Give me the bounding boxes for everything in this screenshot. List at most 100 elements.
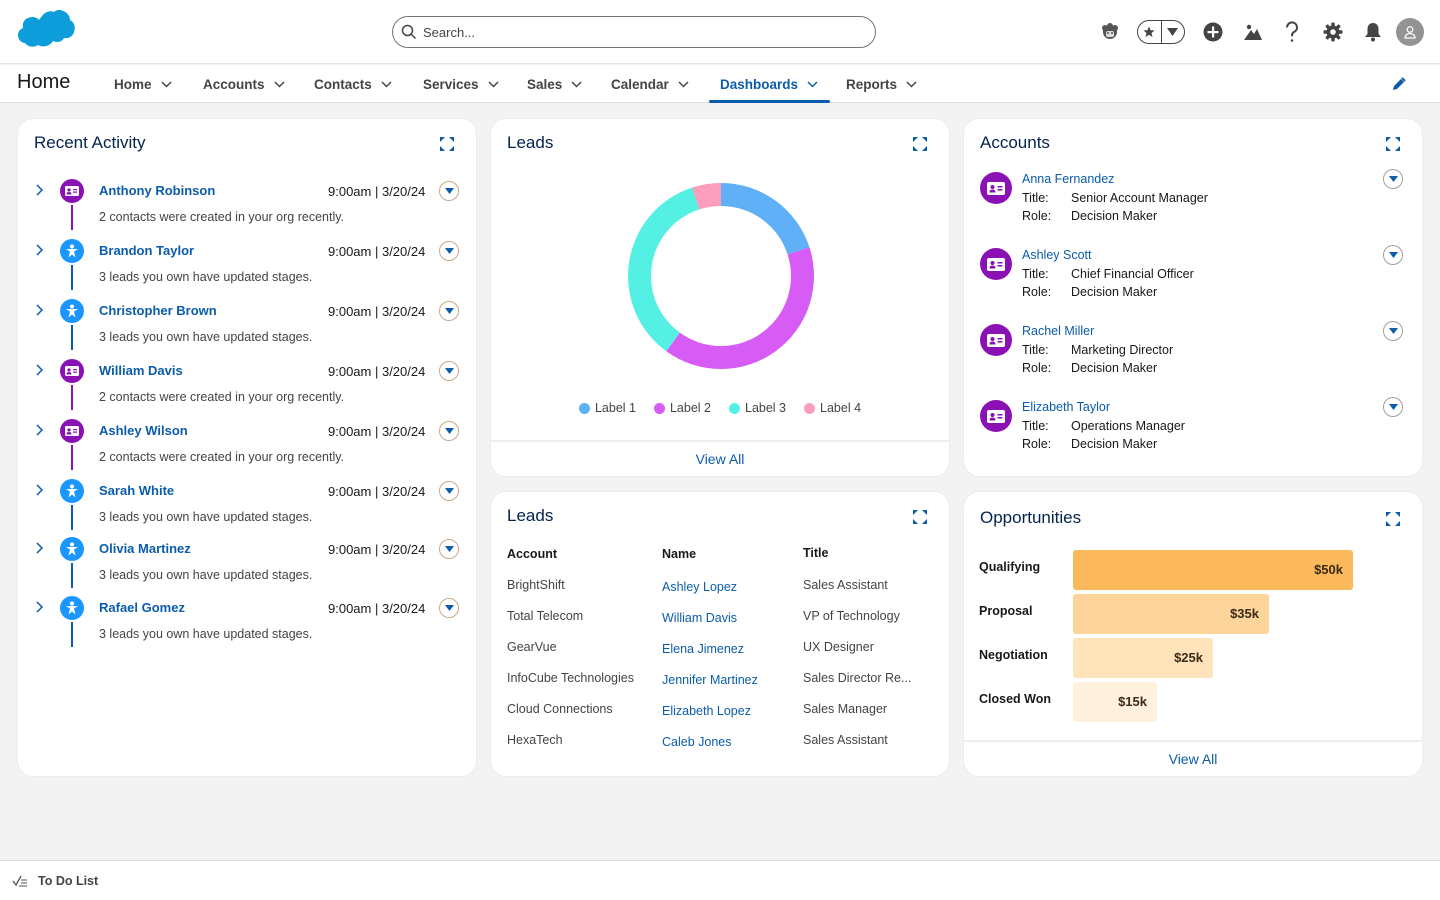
- nav-tab-accounts[interactable]: Accounts: [203, 65, 285, 103]
- lead-name-link[interactable]: Elena Jimenez: [662, 642, 744, 656]
- account-actions-dropdown[interactable]: [1383, 169, 1403, 189]
- trailhead-icon[interactable]: [1237, 16, 1269, 48]
- account-role: Decision Maker: [1071, 361, 1158, 375]
- account-actions-dropdown[interactable]: [1383, 321, 1403, 341]
- dropdown-caret-icon: [444, 428, 454, 434]
- todo-list-utility-bar[interactable]: To Do List: [0, 860, 1440, 900]
- chevron-down-icon[interactable]: [273, 80, 285, 88]
- expand-icon[interactable]: [913, 137, 927, 151]
- chevron-right-icon[interactable]: [36, 303, 44, 317]
- title-label: Title:: [1022, 267, 1049, 281]
- activity-actions-dropdown[interactable]: [439, 181, 459, 201]
- nav-tab-services[interactable]: Services: [423, 65, 499, 103]
- account-actions-dropdown[interactable]: [1383, 245, 1403, 265]
- opportunity-bar[interactable]: $15k: [1073, 682, 1157, 722]
- chevron-down-icon[interactable]: [160, 80, 172, 88]
- chevron-down-icon[interactable]: [488, 80, 499, 88]
- activity-name-link[interactable]: Rafael Gomez: [99, 600, 185, 615]
- chevron-down-icon[interactable]: [807, 80, 818, 88]
- expand-icon[interactable]: [440, 137, 454, 151]
- account-name-link[interactable]: Ashley Scott: [1022, 248, 1091, 262]
- activity-description: 2 contacts were created in your org rece…: [99, 450, 345, 464]
- nav-tab-dashboards[interactable]: Dashboards: [708, 65, 831, 103]
- chevron-right-icon[interactable]: [36, 483, 44, 497]
- favorites-button[interactable]: [1137, 20, 1185, 44]
- favorites-dropdown-icon[interactable]: [1162, 21, 1185, 43]
- activity-actions-dropdown[interactable]: [439, 598, 459, 618]
- view-all-link[interactable]: View All: [964, 740, 1422, 776]
- title-label: Title:: [1022, 343, 1049, 357]
- add-icon[interactable]: [1197, 16, 1229, 48]
- account-item: Anna Fernandez Title: Senior Account Man…: [964, 169, 1422, 248]
- account-title: Operations Manager: [1071, 419, 1185, 433]
- donut-slice-1[interactable]: [721, 183, 810, 255]
- activity-actions-dropdown[interactable]: [439, 361, 459, 381]
- activity-name-link[interactable]: Ashley Wilson: [99, 423, 188, 438]
- activity-actions-dropdown[interactable]: [439, 539, 459, 559]
- legend-swatch: [653, 402, 665, 414]
- contact-card-icon: [980, 400, 1012, 432]
- activity-name-link[interactable]: William Davis: [99, 363, 183, 378]
- nav-tab-contacts[interactable]: Contacts: [314, 65, 392, 103]
- donut-slice-2[interactable]: [666, 247, 814, 370]
- timeline-line: [71, 563, 73, 588]
- chevron-right-icon[interactable]: [36, 423, 44, 437]
- lead-name-link[interactable]: Ashley Lopez: [662, 580, 737, 594]
- account-name-link[interactable]: Elizabeth Taylor: [1022, 400, 1110, 414]
- activity-actions-dropdown[interactable]: [439, 421, 459, 441]
- expand-icon[interactable]: [913, 510, 927, 524]
- stage-label: Proposal: [979, 604, 1033, 618]
- global-header: [0, 0, 1440, 64]
- nav-tab-sales[interactable]: Sales: [527, 65, 582, 103]
- nav-tab-reports[interactable]: Reports: [846, 65, 917, 103]
- chevron-right-icon[interactable]: [36, 600, 44, 614]
- activity-name-link[interactable]: Christopher Brown: [99, 303, 217, 318]
- chevron-right-icon[interactable]: [36, 243, 44, 257]
- nav-tab-home[interactable]: Home: [114, 65, 172, 103]
- account-actions-dropdown[interactable]: [1383, 397, 1403, 417]
- expand-icon[interactable]: [1386, 512, 1400, 526]
- activity-name-link[interactable]: Sarah White: [99, 483, 174, 498]
- notifications-bell-icon[interactable]: [1357, 16, 1389, 48]
- chevron-right-icon[interactable]: [36, 183, 44, 197]
- donut-slice-3[interactable]: [628, 187, 700, 352]
- accounts-card: Accounts Anna Fernandez Title: Senior Ac…: [963, 118, 1423, 477]
- user-avatar-icon[interactable]: [1396, 18, 1424, 46]
- opportunity-bar[interactable]: $50k: [1073, 550, 1353, 590]
- legend-item: Label 3: [729, 401, 786, 415]
- chevron-down-icon[interactable]: [906, 80, 917, 88]
- activity-actions-dropdown[interactable]: [439, 481, 459, 501]
- account-name-link[interactable]: Rachel Miller: [1022, 324, 1094, 338]
- chevron-down-icon[interactable]: [678, 80, 689, 88]
- lead-name-link[interactable]: Caleb Jones: [662, 735, 732, 749]
- legend-swatch: [804, 402, 816, 414]
- opportunity-bar[interactable]: $35k: [1073, 594, 1269, 634]
- contact-card-icon: [980, 172, 1012, 204]
- global-search[interactable]: [392, 16, 876, 48]
- search-input[interactable]: [423, 24, 843, 40]
- expand-icon[interactable]: [1386, 137, 1400, 151]
- account-name-link[interactable]: Anna Fernandez: [1022, 172, 1114, 186]
- chevron-down-icon[interactable]: [381, 80, 392, 88]
- help-icon[interactable]: [1276, 16, 1308, 48]
- settings-icon[interactable]: [1317, 16, 1349, 48]
- activity-name-link[interactable]: Olivia Martinez: [99, 541, 191, 556]
- chevron-right-icon[interactable]: [36, 363, 44, 377]
- edit-nav-pencil-icon[interactable]: [1392, 77, 1406, 91]
- nav-tab-calendar[interactable]: Calendar: [611, 65, 689, 103]
- view-all-link[interactable]: View All: [491, 440, 949, 476]
- lead-name-link[interactable]: William Davis: [662, 611, 737, 625]
- salesforce-logo[interactable]: [16, 10, 78, 54]
- lead-name-link[interactable]: Elizabeth Lopez: [662, 704, 751, 718]
- activity-actions-dropdown[interactable]: [439, 241, 459, 261]
- activity-timestamp: 9:00am | 3/20/24: [328, 184, 426, 199]
- einstein-icon[interactable]: [1094, 16, 1126, 48]
- opportunity-bar[interactable]: $25k: [1073, 638, 1213, 678]
- chevron-right-icon[interactable]: [36, 541, 44, 555]
- favorites-star-icon[interactable]: [1138, 21, 1161, 43]
- lead-name-link[interactable]: Jennifer Martinez: [662, 673, 758, 687]
- activity-actions-dropdown[interactable]: [439, 301, 459, 321]
- chevron-down-icon[interactable]: [571, 80, 582, 88]
- activity-name-link[interactable]: Anthony Robinson: [99, 183, 215, 198]
- activity-name-link[interactable]: Brandon Taylor: [99, 243, 194, 258]
